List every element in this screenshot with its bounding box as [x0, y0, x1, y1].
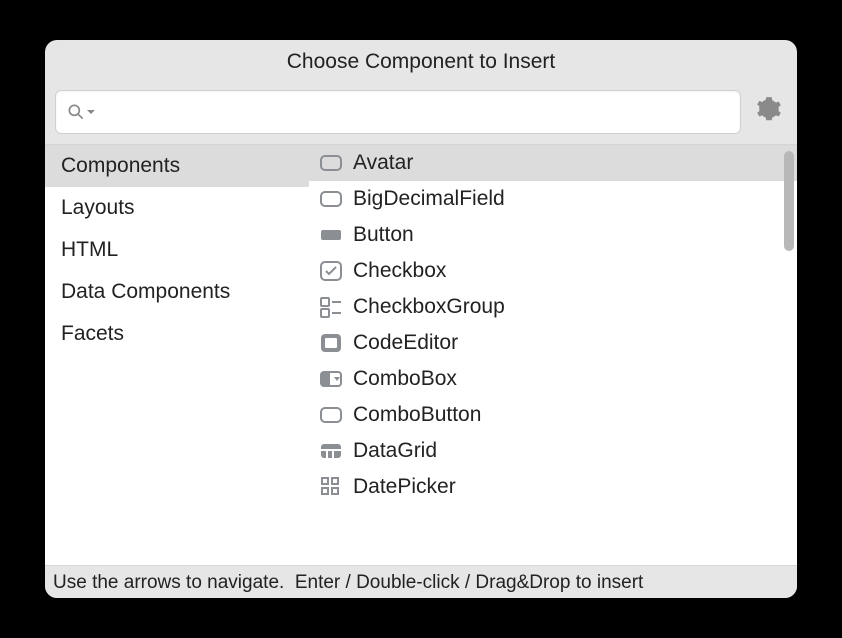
gear-icon	[756, 96, 782, 128]
component-item[interactable]: DatePicker	[309, 469, 797, 505]
category-item[interactable]: Layouts	[45, 187, 309, 229]
component-label: DataGrid	[353, 439, 437, 463]
component-item[interactable]: DataGrid	[309, 433, 797, 469]
category-item[interactable]: Components	[45, 145, 309, 187]
component-label: CodeEditor	[353, 331, 458, 355]
dialog-window: Choose Component to Insert ComponentsLay…	[45, 40, 797, 598]
avatar-icon	[319, 151, 343, 175]
component-label: Avatar	[353, 151, 413, 175]
component-label: Button	[353, 223, 414, 247]
checkboxgroup-icon	[319, 295, 343, 319]
component-label: DatePicker	[353, 475, 456, 499]
component-item[interactable]: Avatar	[309, 145, 797, 181]
button-icon	[319, 223, 343, 247]
search-row	[45, 84, 797, 144]
component-label: CheckboxGroup	[353, 295, 505, 319]
component-label: ComboBox	[353, 367, 457, 391]
category-list: ComponentsLayoutsHTMLData ComponentsFace…	[45, 145, 309, 565]
component-label: ComboButton	[353, 403, 481, 427]
component-item[interactable]: Checkbox	[309, 253, 797, 289]
component-item[interactable]: CheckboxGroup	[309, 289, 797, 325]
search-box[interactable]	[55, 90, 741, 134]
dialog-title: Choose Component to Insert	[45, 40, 797, 84]
component-item[interactable]: ComboBox	[309, 361, 797, 397]
component-item[interactable]: CodeEditor	[309, 325, 797, 361]
datagrid-icon	[319, 439, 343, 463]
component-label: BigDecimalField	[353, 187, 505, 211]
content-area: ComponentsLayoutsHTMLData ComponentsFace…	[45, 144, 797, 565]
checkbox-icon	[319, 259, 343, 283]
field-icon	[319, 187, 343, 211]
codeeditor-icon	[319, 331, 343, 355]
search-input[interactable]	[104, 101, 730, 124]
component-list: Avatar BigDecimalField Button Checkbox Check…	[309, 145, 797, 565]
component-item[interactable]: ComboButton	[309, 397, 797, 433]
settings-button[interactable]	[751, 94, 787, 130]
search-icon	[66, 102, 96, 122]
component-item[interactable]: Button	[309, 217, 797, 253]
category-item[interactable]: Data Components	[45, 271, 309, 313]
component-item[interactable]: BigDecimalField	[309, 181, 797, 217]
category-item[interactable]: HTML	[45, 229, 309, 271]
datepicker-icon	[319, 475, 343, 499]
combobox-icon	[319, 367, 343, 391]
category-item[interactable]: Facets	[45, 313, 309, 355]
footer-hint: Use the arrows to navigate. Enter / Doub…	[45, 565, 797, 598]
component-label: Checkbox	[353, 259, 446, 283]
scrollbar-thumb[interactable]	[784, 151, 794, 251]
field-icon	[319, 403, 343, 427]
